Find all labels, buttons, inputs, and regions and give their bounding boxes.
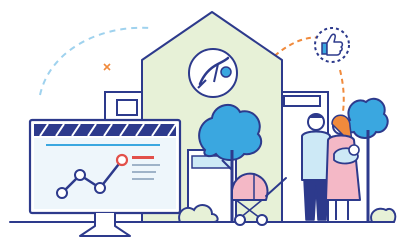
text-bar-3 [132, 178, 154, 180]
text-bar-1 [132, 164, 160, 166]
sparkle-x-icon [103, 63, 111, 71]
illustration-scene [0, 0, 401, 244]
bush-right [370, 207, 397, 223]
stork-baby-icon [188, 48, 238, 98]
text-bar-red [132, 156, 154, 159]
text-bar-2 [132, 171, 156, 173]
thumbs-up-icon [314, 27, 350, 63]
left-dashed-arc [39, 26, 151, 96]
illustration-svg [9, 11, 397, 237]
